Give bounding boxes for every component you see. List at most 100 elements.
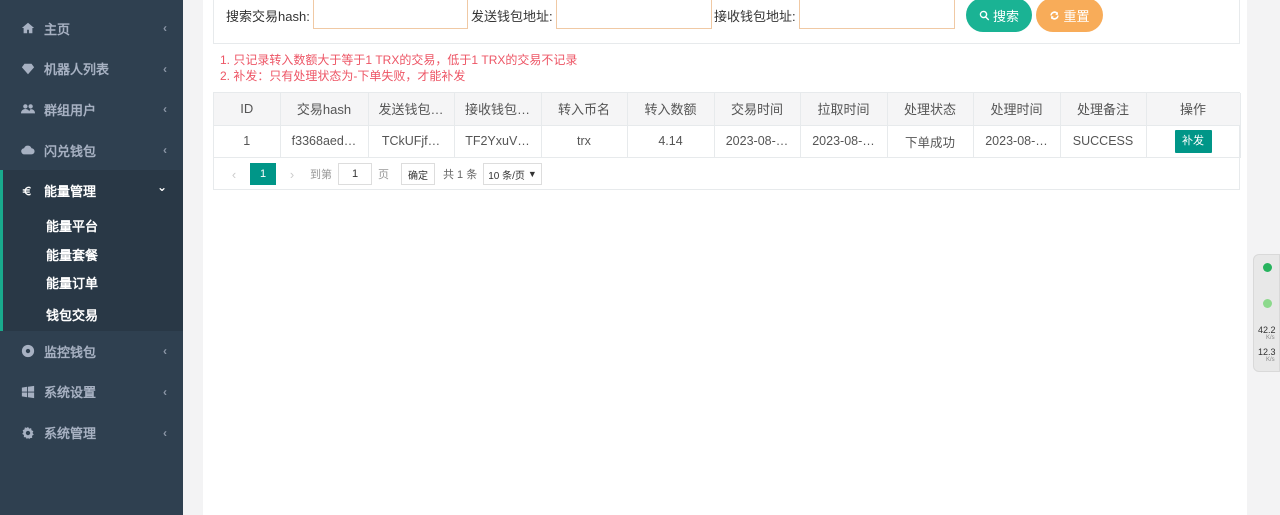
column-header[interactable]: 转入币名 bbox=[541, 93, 628, 126]
cell-id: 1 bbox=[214, 125, 281, 158]
chevron-left-icon: ‹ bbox=[163, 384, 167, 399]
sidebar-item-energy-management[interactable]: 能量管理 ⌄ bbox=[3, 170, 183, 211]
home-icon bbox=[20, 20, 36, 36]
chevron-left-icon: ‹ bbox=[163, 102, 167, 117]
download-speed: 12.3 bbox=[1258, 347, 1276, 357]
chevron-left-icon: ‹ bbox=[163, 21, 167, 36]
sidebar-subitem-energy-package[interactable]: 能量套餐 bbox=[3, 240, 183, 269]
total-count: 共 1 条 bbox=[443, 169, 478, 181]
search-icon bbox=[979, 10, 990, 20]
search-button-label: 搜索 bbox=[992, 8, 1019, 24]
sidebar-item-label: 监控钱包 bbox=[44, 344, 97, 360]
table-header-row: ID 交易hash 发送钱包… 接收钱包… 转入币名 转入数额 交易时间 拉取时… bbox=[214, 93, 1241, 126]
cell-pull-time: 2023-08-… bbox=[800, 125, 888, 158]
notice-line-1: 1. 只记录转入数额大于等于1 TRX的交易，低于1 TRX的交易不记录 bbox=[220, 53, 578, 67]
upload-unit: K/s bbox=[1266, 335, 1275, 341]
chevron-left-icon: ‹ bbox=[163, 344, 167, 359]
column-header: 操作 bbox=[1146, 93, 1241, 126]
search-form: 搜索交易hash: 发送钱包地址: 接收钱包地址: 搜索 重置 bbox=[213, 0, 1240, 44]
windows-icon bbox=[20, 384, 36, 400]
column-header[interactable]: 处理状态 bbox=[887, 93, 974, 126]
cloud-icon bbox=[20, 142, 36, 158]
column-header[interactable]: ID bbox=[214, 93, 281, 126]
content-area: 搜索交易hash: 发送钱包地址: 接收钱包地址: 搜索 重置 1. 只记录转入… bbox=[183, 0, 1280, 515]
cell-from-address: TCkUFjf… bbox=[368, 125, 455, 158]
sidebar-item-label: 闪兑钱包 bbox=[44, 143, 97, 159]
search-button[interactable]: 搜索 bbox=[966, 0, 1032, 32]
column-header[interactable]: 转入数额 bbox=[627, 93, 715, 126]
sidebar-item-label: 机器人列表 bbox=[44, 62, 110, 78]
hash-input[interactable] bbox=[313, 0, 468, 29]
column-header[interactable]: 接收钱包… bbox=[454, 93, 542, 126]
to-address-label: 接收钱包地址: bbox=[714, 9, 796, 24]
page-size-select[interactable]: 10 条/页 ▼ bbox=[483, 163, 542, 185]
chevron-left-icon: ‹ bbox=[163, 61, 167, 76]
column-header[interactable]: 发送钱包… bbox=[368, 93, 455, 126]
from-address-input[interactable] bbox=[556, 0, 712, 29]
cell-tx-time: 2023-08-… bbox=[714, 125, 801, 158]
sidebar-item-label: 系统设置 bbox=[44, 385, 97, 401]
cell-process-time: 2023-08-… bbox=[973, 125, 1061, 158]
notice-line-2: 2. 补发：只有处理状态为-下单失败，才能补发 bbox=[220, 69, 466, 83]
status-dot-icon bbox=[1263, 299, 1272, 308]
sidebar-subitem-energy-platform[interactable]: 能量平台 bbox=[3, 211, 183, 240]
sidebar-item-label: 群组用户 bbox=[44, 102, 97, 118]
cell-remark: SUCCESS bbox=[1060, 125, 1147, 158]
chevron-down-icon: ⌄ bbox=[156, 180, 167, 195]
gear-icon bbox=[20, 425, 36, 441]
sidebar: 主页 ‹ 机器人列表 ‹ 群组用户 ‹ 闪兑钱包 ‹ 能量管理 ⌄ 能量平台 能… bbox=[0, 0, 183, 515]
cell-to-address: TF2YxuV… bbox=[454, 125, 542, 158]
column-header[interactable]: 处理备注 bbox=[1060, 93, 1147, 126]
pagination: ‹ 1 › 到第 1 页 确定 共 1 条 10 条/页 ▼ bbox=[222, 163, 542, 185]
prev-page-icon[interactable]: ‹ bbox=[222, 167, 246, 182]
resend-button[interactable]: 补发 bbox=[1174, 129, 1212, 153]
goto-label: 到第 bbox=[310, 169, 332, 181]
sidebar-item-label: 能量管理 bbox=[44, 184, 97, 200]
reset-button-label: 重置 bbox=[1063, 8, 1090, 24]
upload-speed: 42.2 bbox=[1258, 325, 1276, 335]
diamond-icon bbox=[20, 61, 36, 77]
main-panel: 搜索交易hash: 发送钱包地址: 接收钱包地址: 搜索 重置 1. 只记录转入… bbox=[203, 0, 1247, 515]
sidebar-item-home[interactable]: 主页 ‹ bbox=[0, 8, 183, 49]
sidebar-item-monitor-wallet[interactable]: 监控钱包 ‹ bbox=[0, 331, 183, 372]
cell-amount: 4.14 bbox=[627, 125, 715, 158]
cell-action: 补发 bbox=[1146, 125, 1241, 158]
users-icon bbox=[20, 101, 36, 117]
transactions-table: ID 交易hash 发送钱包… 接收钱包… 转入币名 转入数额 交易时间 拉取时… bbox=[213, 92, 1241, 190]
cell-status: 下单成功 bbox=[887, 125, 974, 158]
refresh-icon bbox=[1050, 10, 1060, 20]
sidebar-subitem-wallet-transactions[interactable]: 钱包交易 bbox=[3, 297, 183, 331]
column-header[interactable]: 处理时间 bbox=[973, 93, 1061, 126]
to-address-input[interactable] bbox=[799, 0, 955, 29]
goto-page-input[interactable]: 1 bbox=[338, 163, 372, 185]
page-number-current[interactable]: 1 bbox=[250, 163, 276, 185]
sidebar-item-label: 系统管理 bbox=[44, 426, 97, 442]
sidebar-item-group-users[interactable]: 群组用户 ‹ bbox=[0, 89, 183, 130]
page-unit-label: 页 bbox=[378, 169, 389, 181]
network-speed-widget[interactable]: 42.2 K/s 12.3 K/s bbox=[1253, 254, 1280, 372]
chevron-down-icon: ▼ bbox=[527, 169, 537, 179]
sidebar-item-system-settings[interactable]: 系统设置 ‹ bbox=[0, 372, 183, 413]
download-unit: K/s bbox=[1266, 357, 1275, 363]
table-row: 1 f3368aed… TCkUFjf… TF2YxuV… trx 4.14 2… bbox=[214, 125, 1241, 158]
reset-button[interactable]: 重置 bbox=[1036, 0, 1103, 32]
sidebar-group-energy: 能量管理 ⌄ 能量平台 能量套餐 能量订单 钱包交易 bbox=[0, 170, 183, 332]
sidebar-item-label: 主页 bbox=[44, 21, 71, 37]
goto-confirm-button[interactable]: 确定 bbox=[401, 163, 435, 185]
page-size-value: 10 条/页 bbox=[488, 170, 525, 182]
notice-text: 1. 只记录转入数额大于等于1 TRX的交易，低于1 TRX的交易不记录 2. … bbox=[220, 52, 577, 84]
next-page-icon[interactable]: › bbox=[280, 167, 304, 182]
column-header[interactable]: 交易时间 bbox=[714, 93, 801, 126]
euro-icon bbox=[20, 183, 36, 199]
cell-hash: f3368aed… bbox=[280, 125, 369, 158]
sidebar-item-flash-wallet[interactable]: 闪兑钱包 ‹ bbox=[0, 130, 183, 171]
sidebar-item-robots[interactable]: 机器人列表 ‹ bbox=[0, 49, 183, 90]
chevron-left-icon: ‹ bbox=[163, 425, 167, 440]
hash-label: 搜索交易hash: bbox=[226, 9, 310, 24]
from-address-label: 发送钱包地址: bbox=[471, 9, 553, 24]
sidebar-subitem-energy-orders[interactable]: 能量订单 bbox=[3, 268, 183, 297]
sidebar-item-system-management[interactable]: 系统管理 ‹ bbox=[0, 412, 183, 453]
column-header[interactable]: 交易hash bbox=[280, 93, 369, 126]
column-header[interactable]: 拉取时间 bbox=[800, 93, 888, 126]
chevron-left-icon: ‹ bbox=[163, 143, 167, 158]
